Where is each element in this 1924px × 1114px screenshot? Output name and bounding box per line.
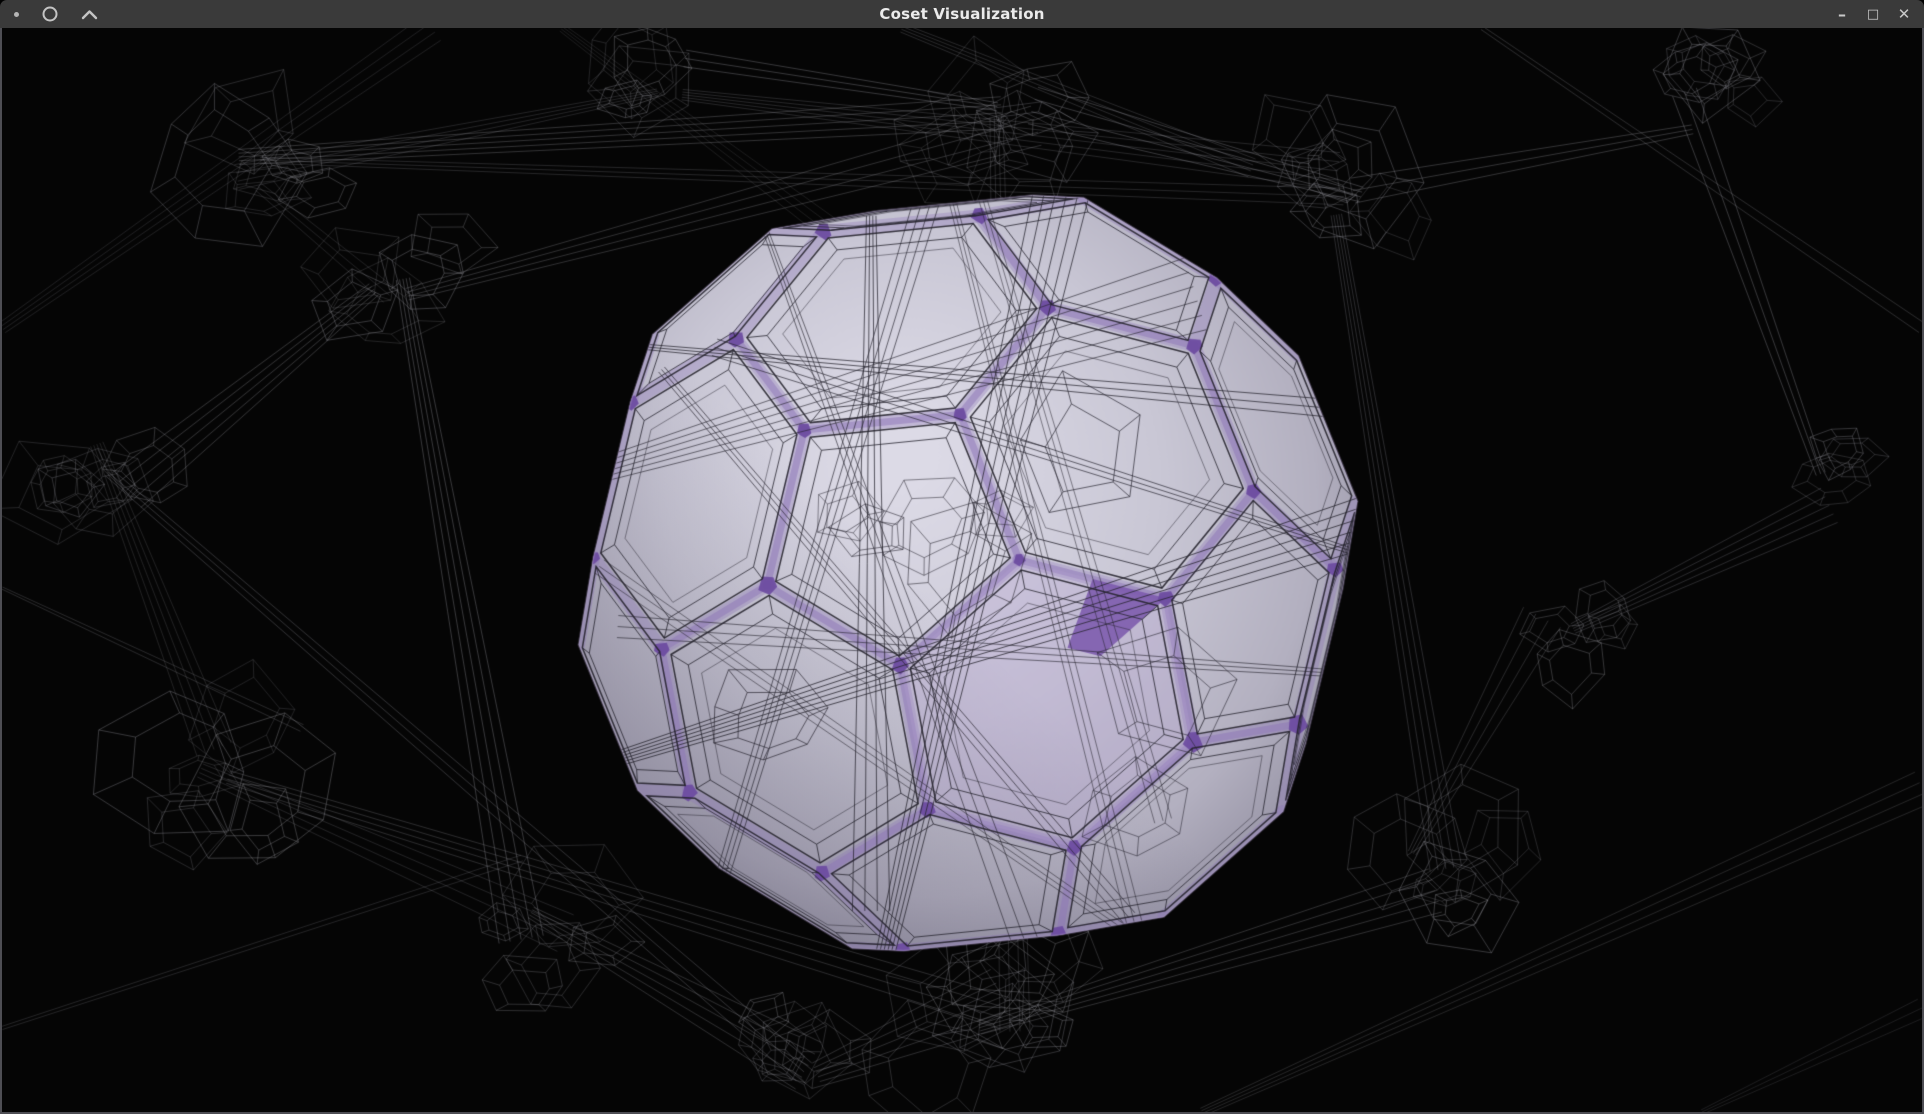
close-button[interactable]: ✕	[1892, 2, 1916, 26]
minimize-button[interactable]: –	[1830, 2, 1854, 26]
titlebar-left-icons	[0, 5, 98, 23]
record-circle-icon[interactable]	[41, 5, 59, 23]
coset-3d-canvas[interactable]	[2, 28, 1922, 1112]
maximize-button[interactable]: □	[1861, 2, 1885, 26]
app-window: Coset Visualization – □ ✕	[0, 0, 1924, 1114]
window-controls: – □ ✕	[1830, 2, 1924, 26]
viewport	[0, 28, 1924, 1114]
app-dot-icon[interactable]	[14, 12, 19, 17]
window-title: Coset Visualization	[0, 5, 1924, 23]
titlebar[interactable]: Coset Visualization – □ ✕	[0, 0, 1924, 28]
chevron-up-icon[interactable]	[81, 9, 98, 20]
